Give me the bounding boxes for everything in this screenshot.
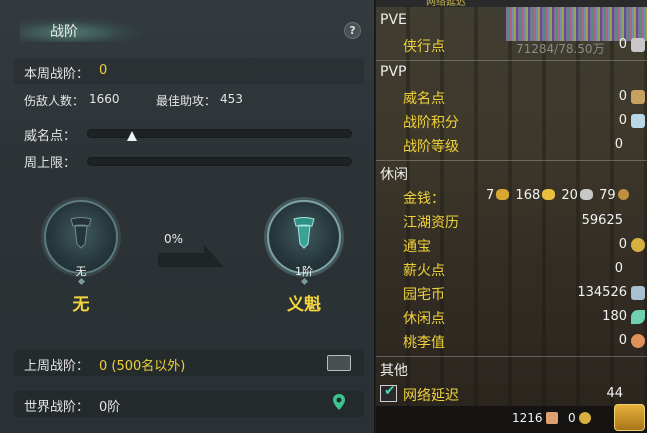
stat-name: 休闲点 (403, 311, 445, 327)
pvp-header: PVP (380, 64, 407, 80)
money-label: 金钱： (403, 191, 445, 207)
banner-icon (70, 217, 92, 249)
stat-value: 180 (602, 309, 627, 324)
world-rank-value: 0阶 (99, 400, 121, 415)
stat-value: 0 (614, 261, 623, 276)
panel-title: 战阶 (50, 24, 78, 40)
help-button[interactable]: ? (344, 22, 361, 39)
stat-value: 0 (618, 333, 627, 348)
chest-icon[interactable] (327, 355, 351, 371)
current-medal-rank: 无 (72, 295, 90, 315)
weekly-rank-label: 本周战阶： (24, 67, 90, 82)
peach-icon (631, 334, 645, 348)
next-medal-rank: 义魁 (287, 295, 321, 315)
ingot-shop-button[interactable] (614, 404, 645, 431)
top-strip-text: 网络延迟 (426, 0, 466, 8)
stat-value: 0 (618, 37, 627, 52)
money-value-4: 79 (599, 188, 616, 203)
stat-value: 59625 (581, 213, 623, 228)
check-icon: ✔ (384, 383, 396, 399)
money-value-1: 7 (486, 188, 495, 203)
silver-icon (579, 189, 593, 200)
progress-text: 0% (164, 232, 184, 246)
pvp-rank-panel: 战阶 ? 本周战阶： 0 伤敌人数： 1660 最佳助攻： 453 威名点： 周… (0, 0, 375, 433)
stat-value: 0 (614, 137, 623, 152)
title-glow (20, 18, 140, 42)
kills-value: 1660 (89, 92, 120, 106)
stat-value: 0 (618, 237, 627, 252)
other-header: 其他 (380, 363, 408, 379)
banner-icon (293, 217, 315, 249)
stat-value: 0 (618, 89, 627, 104)
last-week-label: 上周战阶： (24, 359, 90, 374)
hp-text: 71284/78.50万 (516, 42, 605, 56)
money-value-2: 168 (515, 188, 541, 203)
coin-icon (631, 238, 645, 252)
currency-panel: 网络延迟 71284/78.50万 PVE 侠行点 0 PVP 威名点 0 战阶… (376, 0, 647, 433)
stat-name: 通宝 (403, 239, 431, 255)
stat-value: 134526 (577, 285, 627, 300)
stat-name: 战阶积分 (403, 115, 459, 131)
bottom-right-number: 0 (568, 411, 576, 425)
money-value-3: 20 (561, 188, 578, 203)
network-latency-label: 网络延迟 (403, 388, 459, 404)
stat-name: 薪火点 (403, 263, 445, 279)
next-medal-diamond (300, 277, 309, 286)
buff-bar (506, 7, 647, 41)
progress-arrow-icon (158, 245, 224, 267)
panel-title-bar: 战阶 ? (0, 12, 375, 48)
network-latency-checkbox[interactable]: ✔ (380, 383, 397, 402)
rank-points-icon (631, 114, 645, 128)
reputation-icon (631, 90, 645, 104)
bottom-left-number: 1216 (512, 411, 543, 425)
divider (376, 160, 647, 161)
stat-value: 0 (618, 113, 627, 128)
network-latency-value: 44 (606, 386, 623, 401)
assist-label: 最佳助攻： (156, 94, 217, 108)
gold-ingot-icon (496, 189, 510, 200)
current-medal-diamond (77, 277, 86, 286)
boot-icon (546, 412, 559, 424)
last-week-value: 0 (500名以外) (99, 359, 186, 374)
leaf-icon (631, 310, 645, 324)
top-strip: 网络延迟 (376, 0, 647, 8)
weekly-rank-value: 0 (99, 63, 108, 78)
weekly-cap-bar (87, 157, 352, 166)
stat-name: 桃李值 (403, 335, 445, 351)
stat-name: 战阶等级 (403, 139, 459, 155)
bottom-right-value: 0 (568, 411, 592, 425)
stat-name: 江湖资历 (403, 215, 459, 231)
stat-name: 侠行点 (403, 39, 445, 55)
sword-icon (631, 38, 645, 52)
reputation-marker (127, 131, 137, 141)
coin-icon (579, 412, 592, 424)
leisure-header: 休闲 (380, 167, 408, 183)
money-row: 7 168 20 79 (486, 188, 631, 203)
divider (376, 356, 647, 357)
assist-value: 453 (220, 92, 243, 106)
weekly-cap-label: 周上限： (24, 156, 77, 171)
world-rank-label: 世界战阶： (24, 400, 90, 415)
gold-icon (542, 189, 556, 200)
stat-name: 园宅币 (403, 287, 445, 303)
location-pin-icon[interactable] (332, 393, 346, 411)
kills-label: 伤敌人数： (24, 94, 85, 108)
house-coin-icon (631, 286, 645, 300)
bottom-left-value: 1216 (512, 411, 559, 425)
copper-icon (617, 189, 629, 200)
stat-name: 威名点 (403, 91, 445, 107)
reputation-label: 威名点： (24, 129, 77, 144)
divider (376, 60, 647, 61)
pve-header: PVE (380, 12, 407, 28)
